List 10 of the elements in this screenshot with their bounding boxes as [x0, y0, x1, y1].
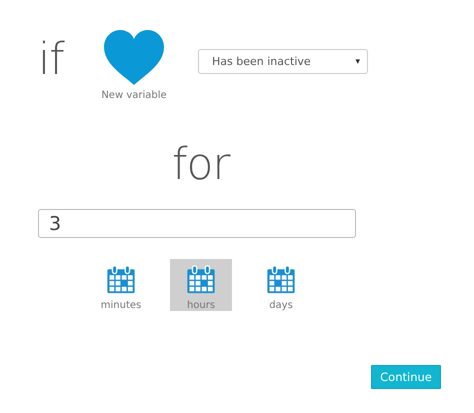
- continue-button[interactable]: Continue: [371, 365, 441, 389]
- unit-option[interactable]: hours: [170, 259, 232, 311]
- heart-icon[interactable]: [103, 30, 165, 86]
- unit-option[interactable]: minutes: [90, 259, 152, 311]
- variable-label: New variable: [101, 90, 167, 101]
- unit-option[interactable]: days: [250, 259, 312, 311]
- if-keyword: if: [38, 38, 66, 82]
- duration-input[interactable]: 3: [38, 209, 356, 238]
- condition-dropdown[interactable]: Has been inactive ▾: [198, 49, 368, 74]
- for-keyword: for: [172, 143, 230, 187]
